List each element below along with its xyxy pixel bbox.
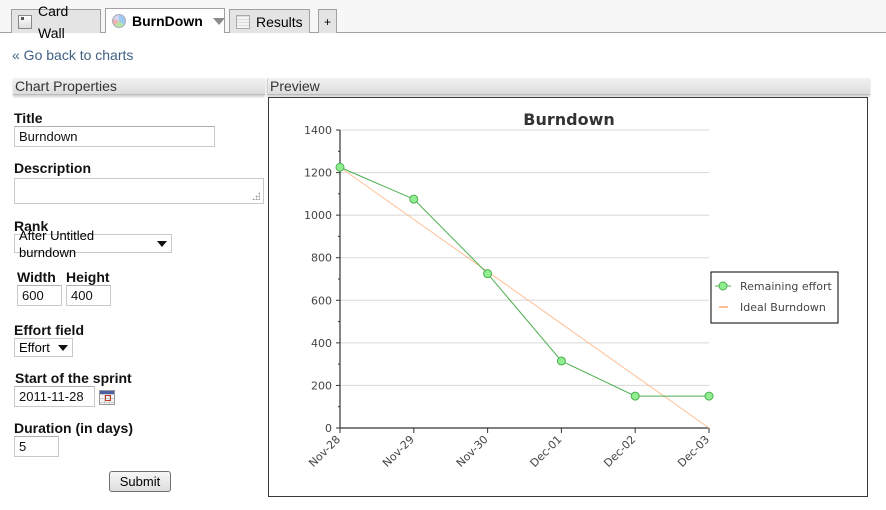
x-tick-label: Dec-02 [601, 433, 638, 470]
data-point-remaining-effort [335, 162, 345, 172]
y-tick-label: 1400 [304, 124, 332, 137]
y-tick-label: 1000 [304, 209, 332, 222]
submit-button[interactable]: Submit [109, 471, 171, 492]
add-tab-button[interactable]: + [318, 9, 337, 33]
data-point-remaining-effort [409, 194, 419, 204]
chart-preview: Burndown 0 200 400 600 800 1000 1200 1400 Nov-2… [268, 97, 868, 497]
series-group [335, 162, 714, 429]
description-textarea[interactable] [14, 178, 264, 204]
x-axis: Nov-28 Nov-29 Nov-30 Dec-01 Dec-02 Dec-03 [306, 427, 712, 470]
tab-label: Card Wall [38, 2, 69, 41]
x-tick-label: Dec-03 [675, 433, 712, 470]
legend-label-remaining: Remaining effort [740, 280, 833, 293]
data-point-remaining-effort [483, 269, 493, 279]
resize-grip-icon[interactable] [252, 192, 260, 200]
data-point-remaining-effort [630, 391, 640, 401]
sprint-start-input[interactable] [14, 386, 95, 407]
chart-title: Burndown [523, 110, 614, 129]
chart-properties-header: Chart Properties [13, 78, 265, 95]
table-icon [236, 14, 250, 29]
rank-select-value: After Untitled burndown [19, 227, 95, 260]
duration-label: Duration (in days) [14, 420, 134, 436]
grid-lines [340, 129, 709, 386]
y-tick-label: 1200 [304, 167, 332, 180]
series-line-ideal-burndown [339, 166, 710, 429]
sprint-start-label: Start of the sprint [15, 370, 132, 386]
title-label: Title [14, 110, 43, 126]
series-line-remaining-effort [339, 166, 709, 397]
y-axis: 0 200 400 600 800 1000 1200 1400 [304, 124, 341, 435]
x-tick-label: Nov-29 [380, 433, 417, 470]
description-label: Description [14, 160, 92, 176]
legend: Remaining effort Ideal Burndown [710, 271, 839, 324]
tab-label: BurnDown [132, 13, 203, 29]
effort-field-select[interactable]: Effort [14, 338, 73, 357]
tab-results[interactable]: Results [229, 9, 310, 33]
width-input[interactable] [17, 285, 62, 306]
tab-bar: Card Wall BurnDown Results + [0, 0, 886, 41]
x-tick-label: Dec-01 [528, 433, 565, 470]
height-label: Height [66, 269, 110, 285]
effort-field-label: Effort field [14, 322, 84, 338]
tab-card-wall[interactable]: Card Wall [11, 3, 101, 41]
legend-swatch-remaining-marker [718, 281, 728, 291]
pie-chart-icon [112, 14, 126, 28]
width-label: Width [17, 269, 56, 285]
card-icon [18, 14, 32, 29]
back-to-charts-link[interactable]: « Go back to charts [12, 47, 133, 63]
burndown-chart: Burndown 0 200 400 600 800 1000 1200 1400 Nov-2… [304, 110, 839, 470]
data-point-remaining-effort [704, 391, 714, 401]
rank-select[interactable]: After Untitled burndown [14, 228, 172, 260]
add-icon: + [323, 14, 331, 29]
y-tick-label: 800 [311, 252, 332, 265]
tab-burndown[interactable]: BurnDown [105, 8, 225, 33]
preview-header: Preview [267, 78, 870, 95]
tab-label: Results [256, 13, 303, 30]
chevron-down-icon[interactable] [212, 17, 225, 25]
x-tick-label: Nov-28 [306, 433, 343, 470]
x-tick-label: Nov-30 [454, 433, 491, 470]
y-tick-label: 600 [311, 294, 332, 307]
dropdown-arrow-icon [58, 344, 68, 351]
calendar-icon[interactable] [99, 390, 115, 405]
y-tick-label: 400 [311, 337, 332, 350]
y-tick-label: 200 [311, 379, 332, 392]
duration-input[interactable] [14, 436, 59, 457]
y-tick-label: 0 [325, 422, 332, 435]
data-point-remaining-effort [556, 356, 566, 366]
effort-select-value: Effort [19, 340, 50, 355]
legend-label-ideal: Ideal Burndown [740, 301, 826, 314]
title-input[interactable] [14, 126, 215, 147]
height-input[interactable] [66, 285, 111, 306]
dropdown-arrow-icon [157, 240, 167, 247]
